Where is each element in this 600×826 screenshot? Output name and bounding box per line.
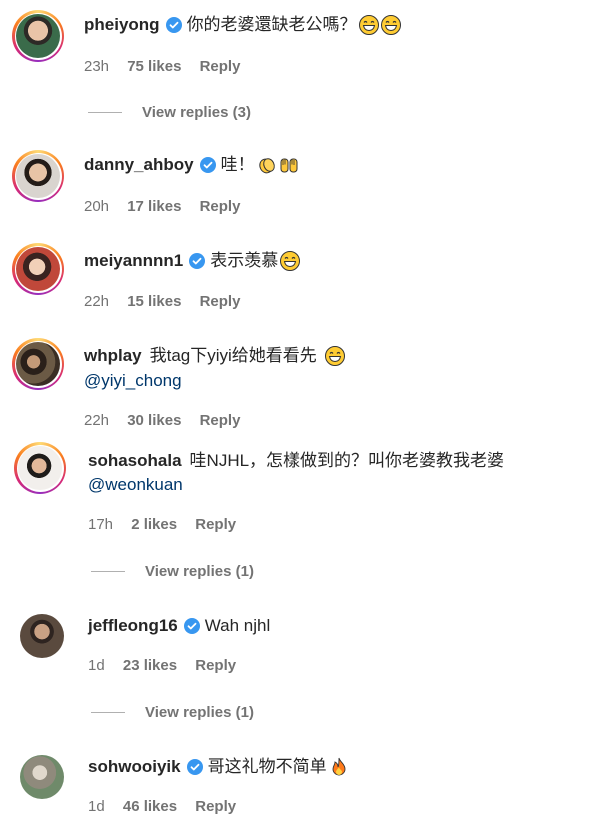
replies-divider — [91, 571, 125, 572]
view-replies-label: View replies (1) — [145, 563, 254, 580]
comment-text: 哥这礼物不简单 — [207, 757, 327, 776]
reply-button[interactable]: Reply — [200, 293, 241, 310]
username[interactable]: whplay — [84, 345, 142, 367]
laughing-emoji-icon — [380, 15, 401, 35]
avatar[interactable] — [16, 247, 60, 291]
avatar[interactable] — [20, 755, 64, 799]
comment-time: 17h — [88, 516, 114, 533]
username[interactable]: sohasohala — [88, 450, 182, 472]
avatar-story-ring[interactable] — [12, 338, 64, 390]
laughing-emoji-icon — [280, 251, 301, 271]
view-replies-button[interactable]: View replies (3) — [88, 104, 251, 121]
avatar[interactable] — [16, 154, 60, 198]
comment-text: 哇！ — [220, 155, 255, 174]
reply-button[interactable]: Reply — [200, 412, 241, 429]
likes-count[interactable]: 46 likes — [123, 798, 177, 815]
avatar[interactable] — [16, 14, 60, 58]
comment-time: 23h — [84, 58, 110, 75]
avatar[interactable] — [20, 614, 64, 658]
avatar-story-ring[interactable] — [12, 150, 64, 202]
laughing-emoji-icon — [324, 346, 345, 366]
comment-time: 20h — [84, 198, 110, 215]
view-replies-label: View replies (1) — [145, 704, 254, 721]
avatar-wrapper[interactable] — [16, 610, 68, 662]
verified-badge-icon — [189, 253, 206, 269]
likes-count[interactable]: 75 likes — [127, 58, 181, 75]
comment-time: 1d — [88, 657, 105, 674]
fire-emoji-icon — [332, 757, 346, 776]
likes-count[interactable]: 15 likes — [127, 293, 181, 310]
comment-time: 22h — [84, 293, 110, 310]
likes-count[interactable]: 30 likes — [127, 412, 181, 429]
replies-divider — [88, 112, 122, 113]
clapping-hands-emoji-icon — [258, 158, 275, 174]
verified-badge-icon — [165, 17, 182, 33]
avatar-story-ring[interactable] — [12, 10, 64, 62]
comment-text: 我tag下yiyi给她看看先 — [149, 346, 317, 365]
comment-text: 表示羡慕 — [210, 251, 279, 270]
username[interactable]: meiyannnn1 — [84, 250, 183, 272]
username[interactable]: sohwooiyik — [88, 756, 181, 778]
username[interactable]: danny_ahboy — [84, 154, 194, 176]
view-replies-button[interactable]: View replies (1) — [91, 704, 254, 721]
reply-button[interactable]: Reply — [195, 516, 236, 533]
reply-button[interactable]: Reply — [195, 657, 236, 674]
view-replies-label: View replies (3) — [142, 104, 251, 121]
comment-text: Wah njhl — [204, 616, 271, 635]
comment-text: 你的老婆還缺老公嗎？ — [186, 15, 357, 34]
verified-badge-icon — [186, 759, 203, 775]
verified-badge-icon — [183, 618, 200, 634]
comment-time: 1d — [88, 798, 105, 815]
comment-time: 22h — [84, 412, 110, 429]
avatar-wrapper[interactable] — [16, 751, 68, 803]
reply-button[interactable]: Reply — [195, 798, 236, 815]
likes-count[interactable]: 17 likes — [127, 198, 181, 215]
username[interactable]: pheiyong — [84, 14, 160, 36]
likes-count[interactable]: 2 likes — [131, 516, 177, 533]
avatar-story-ring[interactable] — [12, 243, 64, 295]
view-replies-button[interactable]: View replies (1) — [91, 563, 254, 580]
verified-badge-icon — [199, 157, 216, 173]
avatar-story-ring[interactable] — [14, 442, 66, 494]
laughing-emoji-icon — [358, 15, 379, 35]
mention-link[interactable]: @weonkuan — [88, 474, 183, 496]
comment-text: 哇NJHL，怎樣做到的？叫你老婆教我老婆 — [189, 451, 505, 470]
mention-link[interactable]: @yiyi_chong — [84, 370, 182, 392]
raised-hands-emoji-icon — [280, 158, 298, 173]
avatar[interactable] — [16, 342, 60, 386]
username[interactable]: jeffleong16 — [88, 615, 178, 637]
replies-divider — [91, 712, 125, 713]
reply-button[interactable]: Reply — [200, 198, 241, 215]
likes-count[interactable]: 23 likes — [123, 657, 177, 674]
avatar[interactable] — [18, 446, 62, 490]
reply-button[interactable]: Reply — [200, 58, 241, 75]
